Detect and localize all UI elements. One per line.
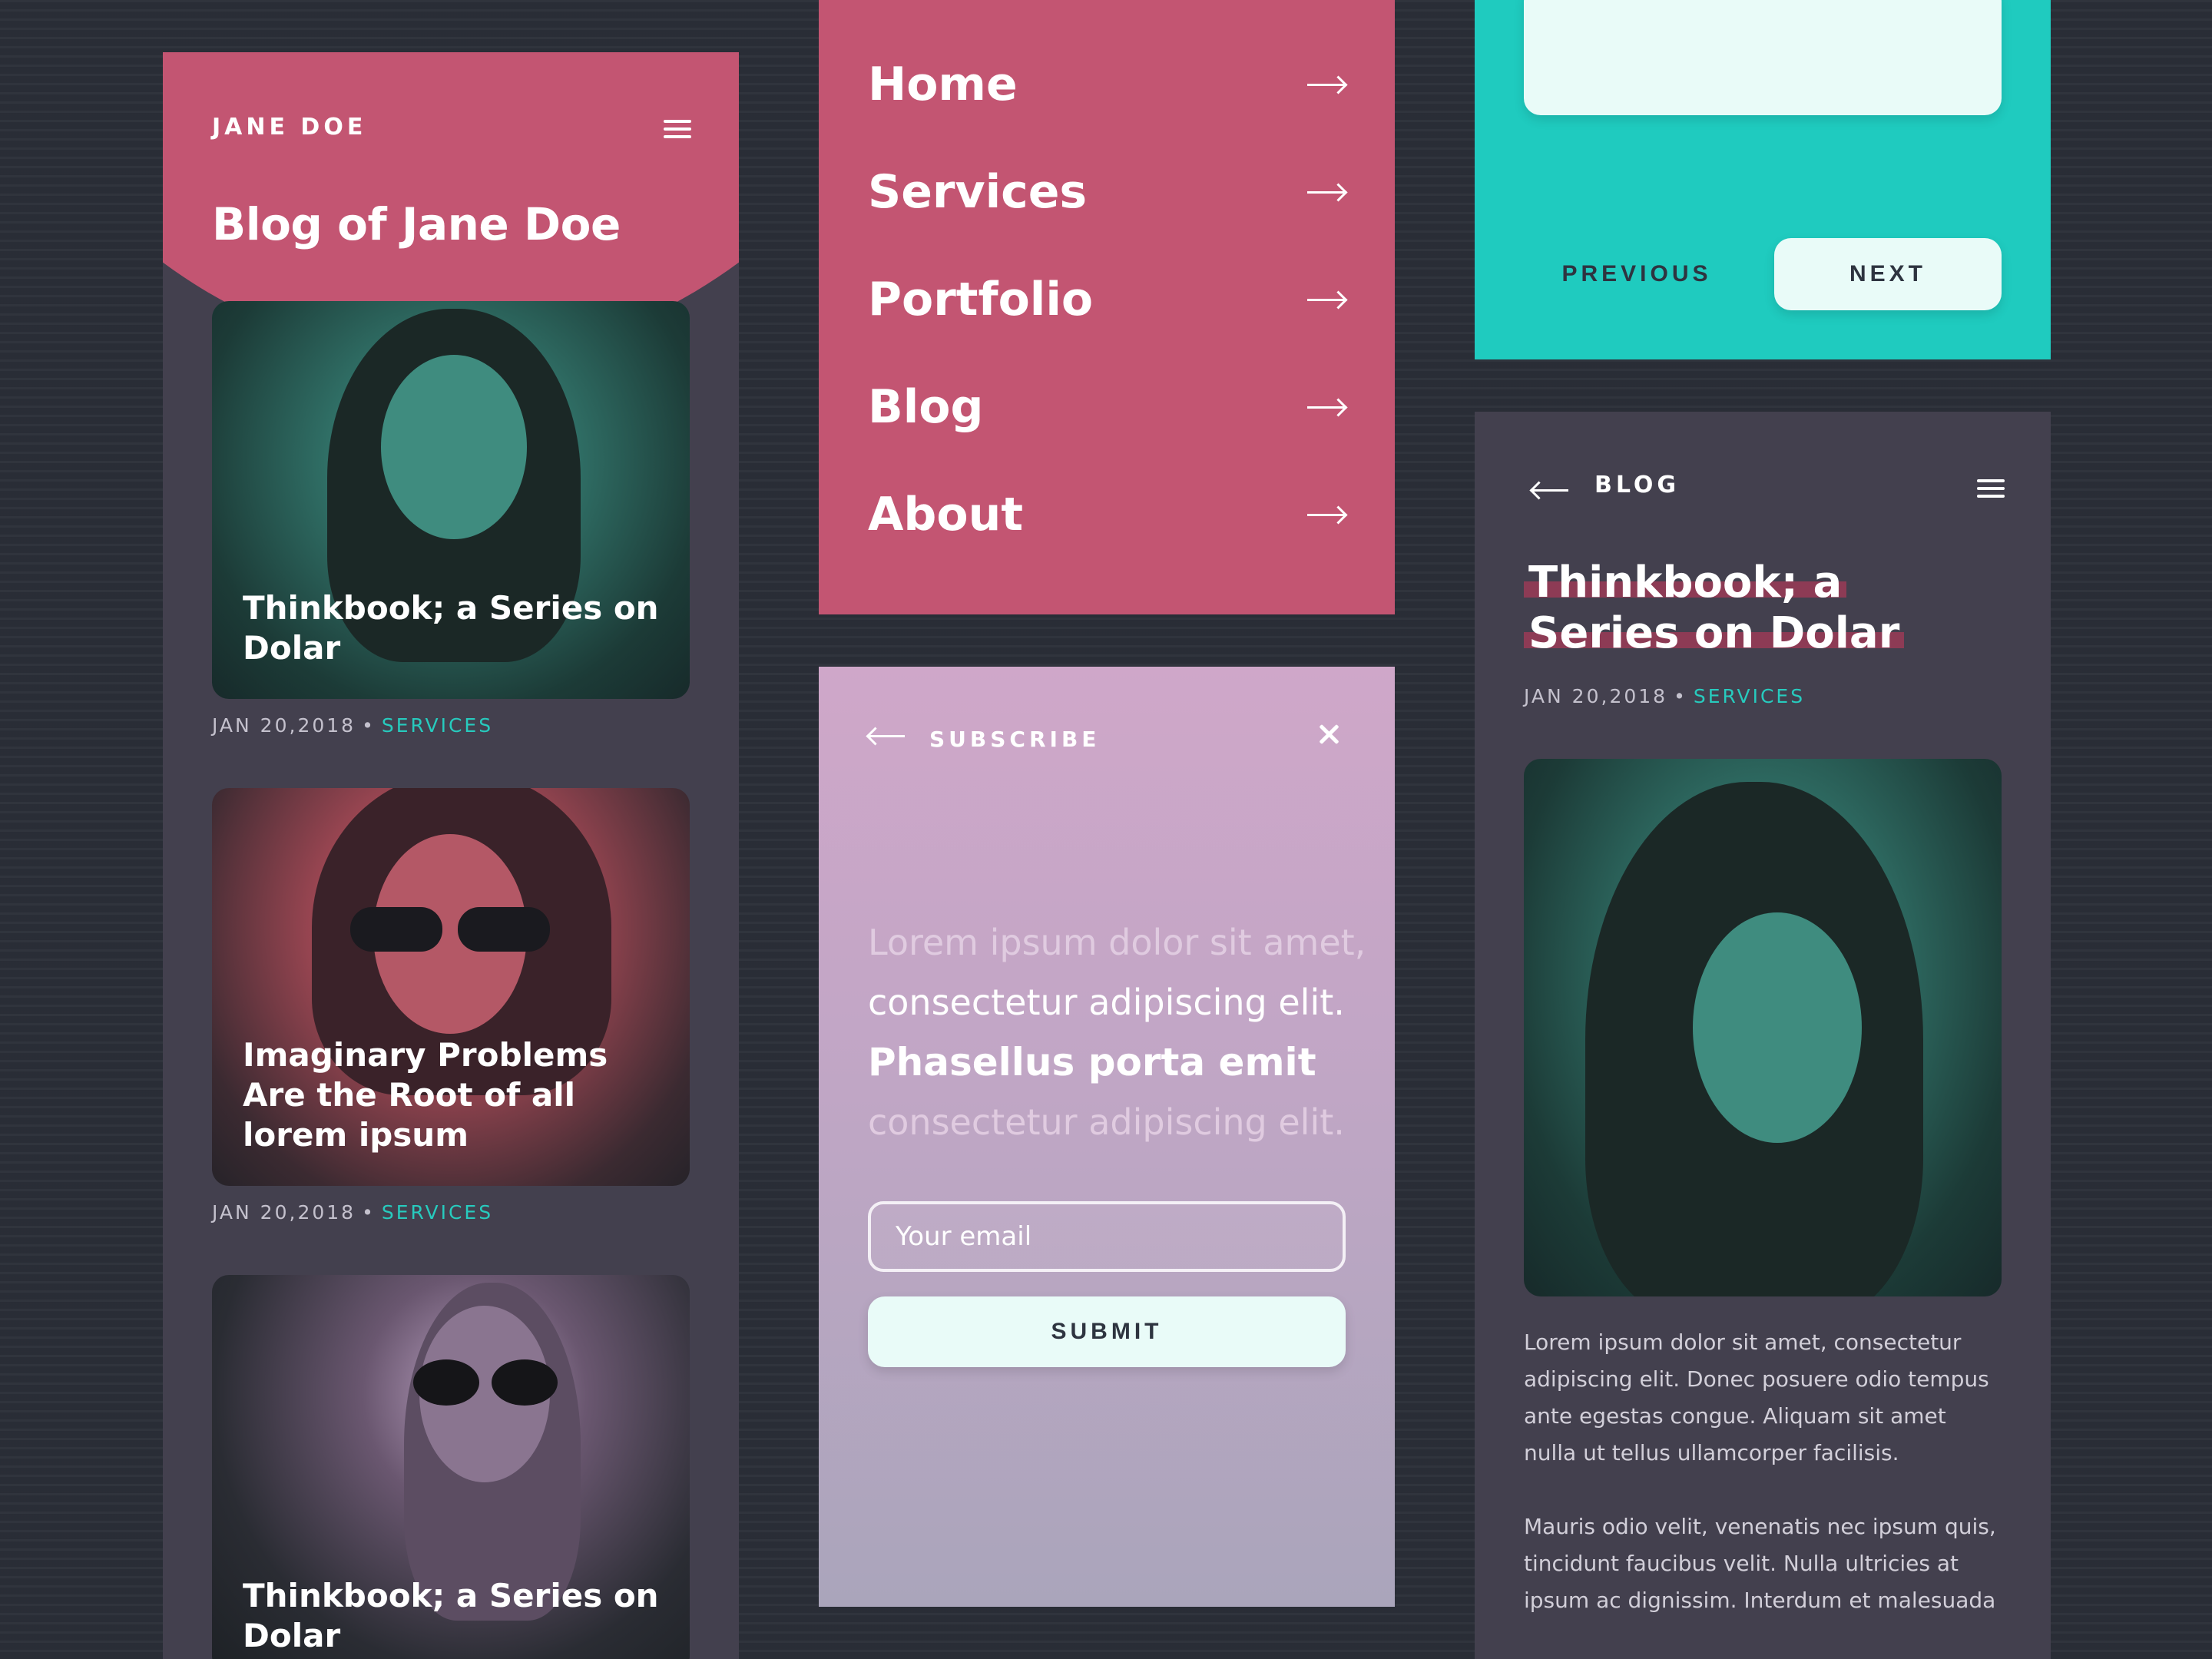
post-title: Thinkbook; a Series on Dolar bbox=[243, 589, 659, 667]
nav-item-label: Home bbox=[868, 58, 1018, 111]
next-button[interactable]: NEXT bbox=[1774, 238, 2002, 310]
article-title: Thinkbook; a Series on Dolar bbox=[1524, 558, 1954, 659]
arrow-left-icon[interactable] bbox=[1532, 482, 1570, 498]
portrait-face bbox=[1693, 912, 1862, 1143]
post-category-link[interactable]: SERVICES bbox=[382, 1201, 493, 1224]
subscribe-text-line: consectetur adipiscing elit. bbox=[868, 982, 1345, 1023]
sunglasses-lens-right bbox=[492, 1359, 558, 1406]
sunglasses-lens-left bbox=[413, 1359, 479, 1406]
post-card[interactable]: Thinkbook; a Series on Dolar bbox=[212, 301, 690, 699]
post-category-link[interactable]: SERVICES bbox=[382, 714, 493, 737]
post-card[interactable]: Thinkbook; a Series on Dolar bbox=[212, 1275, 690, 1659]
subscribe-text-line: Lorem ipsum dolor sit amet, bbox=[868, 922, 1366, 963]
arrow-right-icon bbox=[1307, 77, 1346, 92]
back-to-blog-link[interactable]: BLOG bbox=[1594, 472, 1680, 498]
pager-screen: PREVIOUS NEXT bbox=[1475, 0, 2051, 359]
post-title: Imaginary Problems Are the Root of all l… bbox=[243, 1036, 608, 1154]
post-meta: JAN 20,2018 • SERVICES bbox=[212, 1201, 494, 1224]
sunglasses-lens-left bbox=[350, 907, 442, 952]
subscribe-text-line: Phasellus porta emit bbox=[868, 1040, 1316, 1084]
sunglasses-lens-right bbox=[458, 907, 550, 952]
subscribe-screen: SUBSCRIBE Lorem ipsum dolor sit amet, co… bbox=[819, 667, 1395, 1607]
arrow-right-icon bbox=[1307, 399, 1346, 415]
nav-item-portfolio[interactable]: Portfolio bbox=[868, 261, 1346, 338]
article-screen: BLOG Thinkbook; a Series on Dolar JAN 20… bbox=[1475, 412, 2051, 1659]
email-field[interactable] bbox=[868, 1201, 1346, 1272]
text-area[interactable] bbox=[1524, 0, 2002, 115]
previous-button[interactable]: PREVIOUS bbox=[1524, 238, 1750, 310]
menu-icon[interactable] bbox=[664, 118, 691, 140]
post-card[interactable]: Imaginary Problems Are the Root of all l… bbox=[212, 788, 690, 1186]
post-title: Thinkbook; a Series on Dolar bbox=[243, 1577, 659, 1654]
nav-item-label: About bbox=[868, 488, 1024, 541]
subscribe-text-line: consectetur adipiscing elit. bbox=[868, 1101, 1345, 1143]
nav-item-home[interactable]: Home bbox=[868, 46, 1346, 123]
nav-item-label: Blog bbox=[868, 380, 984, 434]
nav-item-services[interactable]: Services bbox=[868, 154, 1346, 230]
post-date: JAN 20,2018 bbox=[212, 714, 356, 737]
arrow-right-icon bbox=[1307, 292, 1346, 307]
brand-name[interactable]: JANE DOE bbox=[212, 114, 366, 141]
nav-item-about[interactable]: About bbox=[868, 476, 1346, 553]
article-date: JAN 20,2018 bbox=[1524, 685, 1668, 707]
nav-item-label: Services bbox=[868, 165, 1088, 219]
blog-list-screen: JANE DOE Blog of Jane Doe Thinkbook; a S… bbox=[163, 52, 739, 1659]
article-image bbox=[1524, 759, 2002, 1296]
nav-item-label: Portfolio bbox=[868, 273, 1094, 326]
article-paragraph: Lorem ipsum dolor sit amet, consectetur … bbox=[1524, 1330, 1989, 1465]
close-icon[interactable] bbox=[1318, 724, 1339, 745]
article-title-line: Thinkbook; a bbox=[1524, 558, 1847, 608]
arrow-left-icon[interactable] bbox=[868, 728, 906, 743]
portrait-face bbox=[381, 355, 527, 539]
article-meta: JAN 20,2018 • SERVICES bbox=[1524, 685, 1806, 707]
nav-item-blog[interactable]: Blog bbox=[868, 369, 1346, 445]
article-category-link[interactable]: SERVICES bbox=[1694, 685, 1805, 707]
navigation-menu-screen: Home Services Portfolio Blog About bbox=[819, 0, 1395, 614]
arrow-right-icon bbox=[1307, 507, 1346, 522]
subscribe-header: SUBSCRIBE bbox=[929, 727, 1101, 752]
article-paragraph: Mauris odio velit, venenatis nec ipsum q… bbox=[1524, 1514, 1996, 1613]
post-date: JAN 20,2018 bbox=[212, 1201, 356, 1224]
subscribe-intro-text: Lorem ipsum dolor sit amet, consectetur … bbox=[868, 912, 1366, 1152]
menu-icon[interactable] bbox=[1977, 478, 2005, 499]
arrow-right-icon bbox=[1307, 184, 1346, 200]
post-meta: JAN 20,2018 • SERVICES bbox=[212, 714, 494, 737]
submit-button[interactable]: SUBMIT bbox=[868, 1296, 1346, 1367]
page-title: Blog of Jane Doe bbox=[212, 198, 621, 250]
article-title-line: Series on Dolar bbox=[1524, 608, 1905, 658]
